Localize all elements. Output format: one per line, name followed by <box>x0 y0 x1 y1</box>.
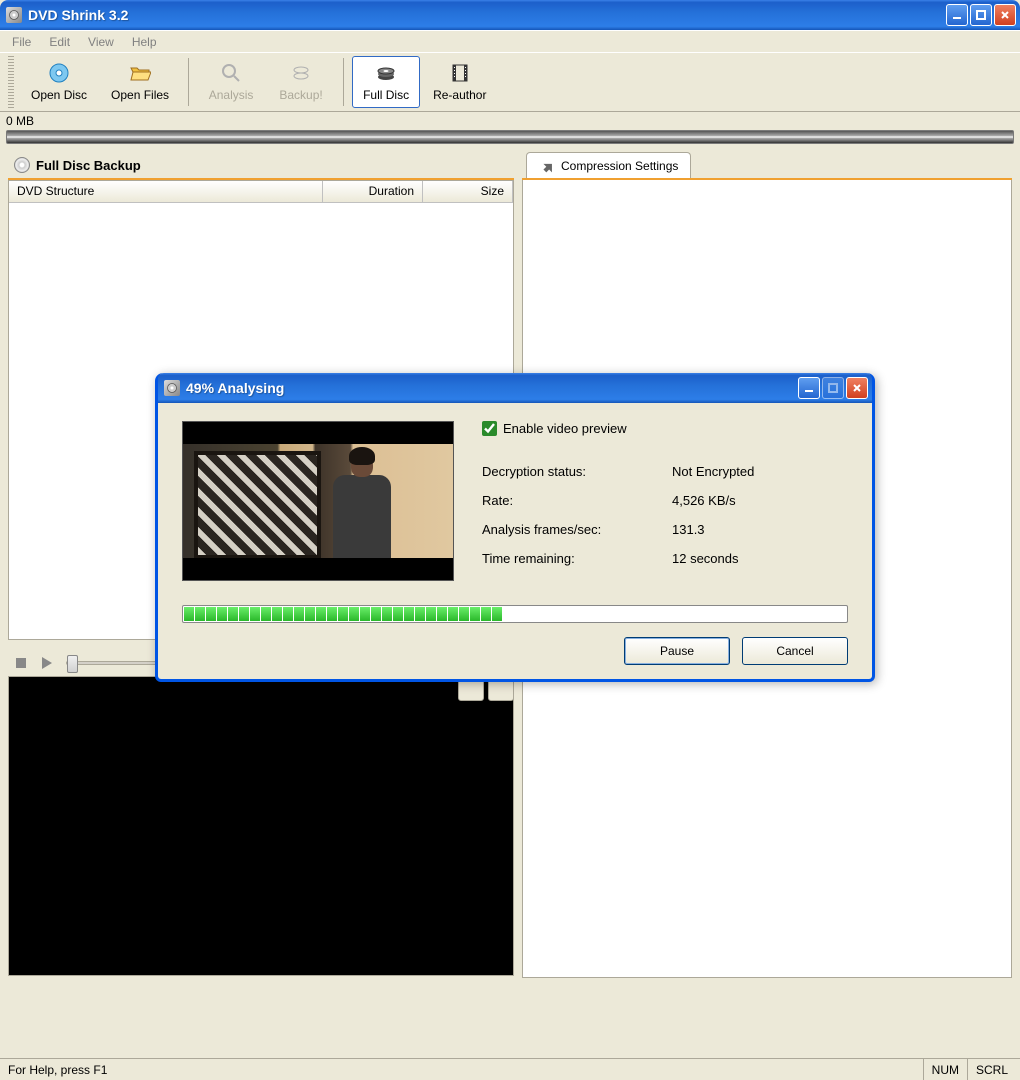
open-disc-button[interactable]: Open Disc <box>20 56 98 108</box>
size-track <box>6 130 1014 144</box>
dialog-maximize-button <box>822 377 844 399</box>
progress-bar <box>182 605 848 623</box>
column-structure[interactable]: DVD Structure <box>9 181 323 202</box>
disc-stack-icon <box>375 62 397 84</box>
video-preview <box>182 421 454 581</box>
size-bar: 0 MB <box>0 112 1020 144</box>
right-tab-strip: Compression Settings <box>522 152 1012 180</box>
toolbar-separator <box>188 58 189 106</box>
reauthor-button[interactable]: Re-author <box>422 56 497 108</box>
preview-video-area <box>8 676 514 976</box>
app-icon <box>6 7 22 23</box>
menu-help[interactable]: Help <box>124 33 165 51</box>
menu-edit[interactable]: Edit <box>41 33 78 51</box>
tab-label: Compression Settings <box>561 159 678 173</box>
decryption-label: Decryption status: <box>482 464 672 479</box>
time-label: Time remaining: <box>482 551 672 566</box>
analysing-dialog: 49% Analysing Enable video preview Decry… <box>155 373 875 682</box>
toolbar: Open Disc Open Files Analysis Backup! Fu… <box>0 52 1020 112</box>
maximize-button[interactable] <box>970 4 992 26</box>
backup-icon <box>290 62 312 84</box>
full-disc-button[interactable]: Full Disc <box>352 56 420 108</box>
magnifier-icon <box>220 62 242 84</box>
column-duration[interactable]: Duration <box>323 181 423 202</box>
toolbar-grip <box>8 56 14 108</box>
preview-player <box>8 650 514 976</box>
menu-file[interactable]: File <box>4 33 39 51</box>
decryption-value: Not Encrypted <box>672 464 754 479</box>
status-scrl: SCRL <box>967 1059 1016 1080</box>
window-title: DVD Shrink 3.2 <box>28 7 946 23</box>
open-files-button[interactable]: Open Files <box>100 56 180 108</box>
film-icon <box>449 62 471 84</box>
folder-open-icon <box>129 62 151 84</box>
disc-icon <box>14 157 30 173</box>
cancel-button[interactable]: Cancel <box>742 637 848 665</box>
compression-icon <box>539 158 555 174</box>
frames-value: 131.3 <box>672 522 705 537</box>
column-size[interactable]: Size <box>423 181 513 202</box>
frames-label: Analysis frames/sec: <box>482 522 672 537</box>
menu-view[interactable]: View <box>80 33 122 51</box>
dialog-title: 49% Analysing <box>186 380 798 396</box>
seek-thumb[interactable] <box>67 655 78 673</box>
left-panel-header: Full Disc Backup <box>8 152 514 180</box>
time-value: 12 seconds <box>672 551 739 566</box>
analysis-button: Analysis <box>197 56 265 108</box>
dialog-minimize-button[interactable] <box>798 377 820 399</box>
status-help-text: For Help, press F1 <box>4 1063 923 1077</box>
status-bar: For Help, press F1 NUM SCRL <box>0 1058 1020 1080</box>
left-panel-title: Full Disc Backup <box>36 158 141 173</box>
status-num: NUM <box>923 1059 967 1080</box>
pause-button[interactable]: Pause <box>624 637 730 665</box>
enable-preview-checkbox[interactable] <box>482 421 497 436</box>
rate-value: 4,526 KB/s <box>672 493 736 508</box>
main-titlebar: DVD Shrink 3.2 <box>0 0 1020 30</box>
stop-button[interactable] <box>14 656 28 670</box>
minimize-button[interactable] <box>946 4 968 26</box>
backup-button: Backup! <box>267 56 335 108</box>
enable-preview-label: Enable video preview <box>503 421 627 436</box>
toolbar-separator <box>343 58 344 106</box>
tab-compression-settings[interactable]: Compression Settings <box>526 152 691 178</box>
menubar: File Edit View Help <box>0 30 1020 52</box>
app-icon <box>164 380 180 396</box>
play-button[interactable] <box>40 656 54 670</box>
dialog-close-button[interactable] <box>846 377 868 399</box>
rate-label: Rate: <box>482 493 672 508</box>
disc-icon <box>48 62 70 84</box>
size-label: 0 MB <box>6 114 1014 128</box>
close-button[interactable] <box>994 4 1016 26</box>
